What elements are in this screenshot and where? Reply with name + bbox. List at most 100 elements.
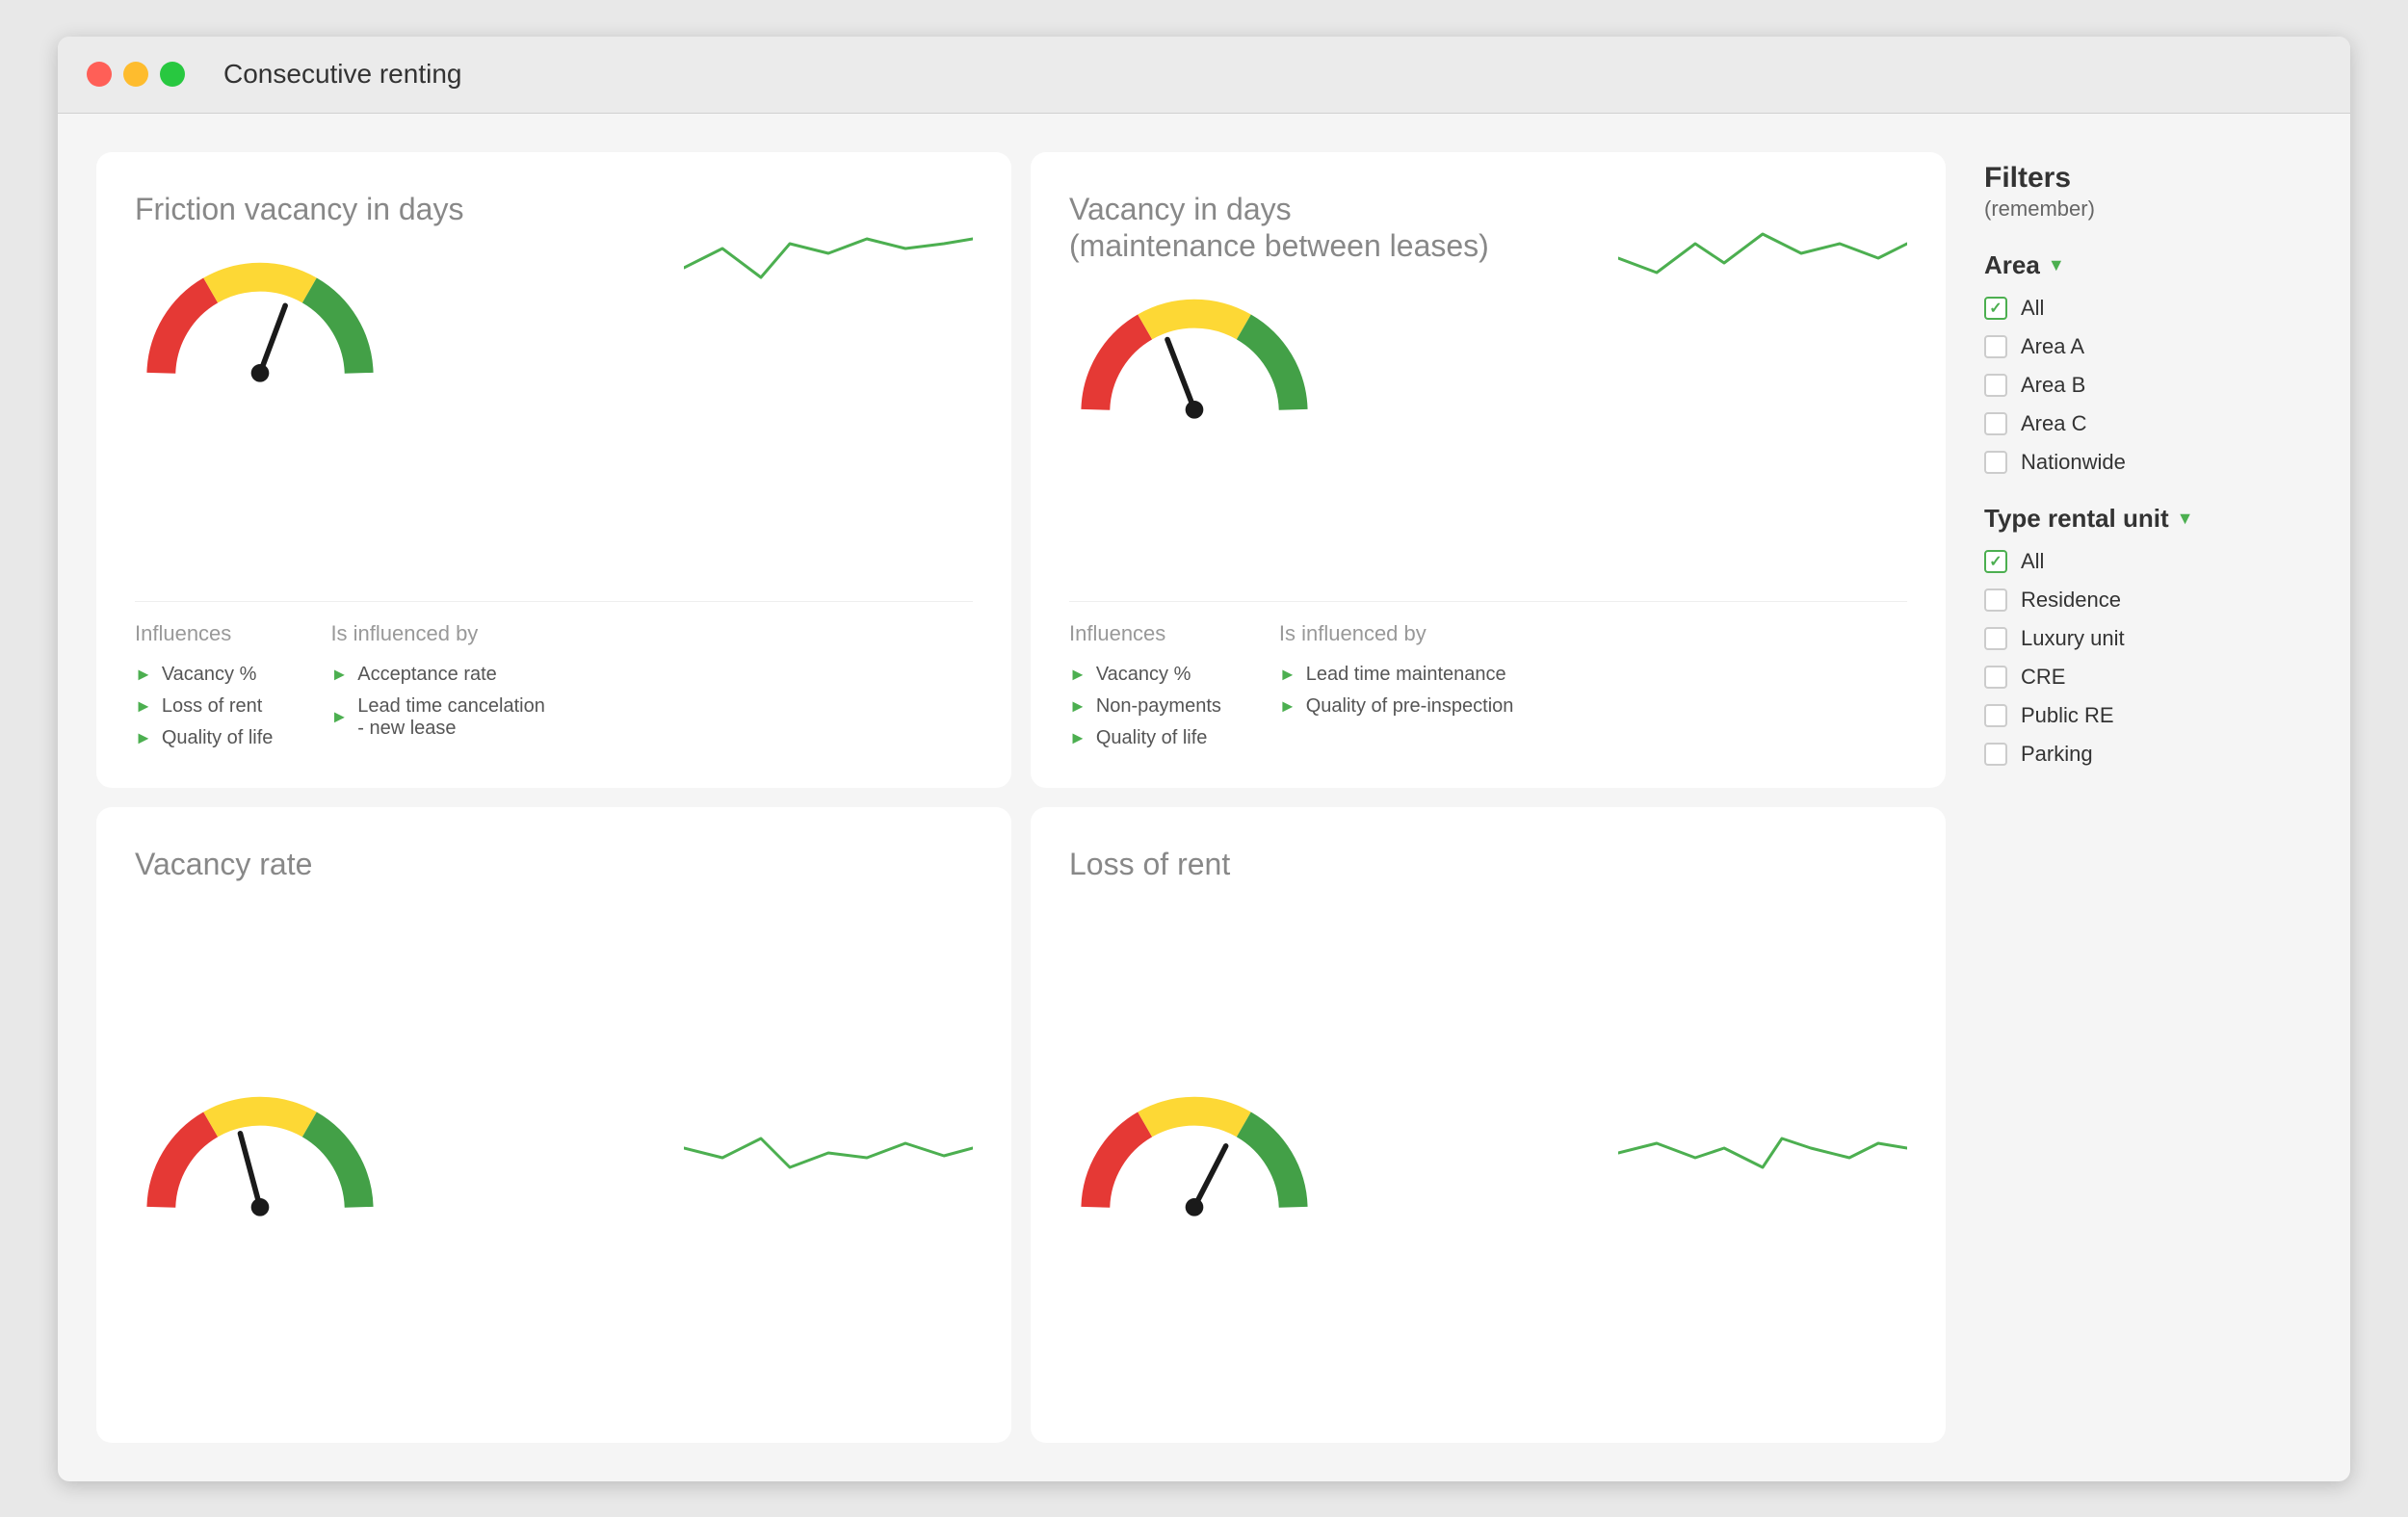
friction-vacancy-title: Friction vacancy in days [135, 191, 463, 227]
vacancy-rate-card: Vacancy rate [96, 807, 1011, 1443]
influenced-by-col-2: Is influenced by ► Lead time maintenance… [1279, 621, 1514, 749]
type-filter-all[interactable]: ✓ All [1984, 549, 2312, 574]
type-filter-public-re[interactable]: Public RE [1984, 703, 2312, 728]
area-label-text: Area [1984, 250, 2040, 280]
close-button[interactable] [87, 62, 112, 87]
type-residence-checkbox[interactable] [1984, 588, 2007, 612]
influence-item: ► Lead time cancelation- new lease [330, 695, 544, 740]
type-filter-cre[interactable]: CRE [1984, 665, 2312, 690]
type-filter-parking[interactable]: Parking [1984, 742, 2312, 767]
traffic-lights [87, 62, 185, 87]
main-window: Consecutive renting Friction vacancy in … [58, 37, 2350, 1481]
area-filter-b[interactable]: Area B [1984, 373, 2312, 398]
influence-item: ► Quality of pre-inspection [1279, 695, 1514, 718]
influenced-by-col-1: Is influenced by ► Acceptance rate ► Lea… [330, 621, 544, 749]
type-cre-checkbox[interactable] [1984, 666, 2007, 689]
area-filter-nationwide[interactable]: Nationwide [1984, 450, 2312, 475]
area-a-checkbox[interactable] [1984, 335, 2007, 358]
card-divider-1 [135, 601, 973, 602]
type-filter-residence[interactable]: Residence [1984, 588, 2312, 613]
filters-subtitle: (remember) [1984, 196, 2312, 222]
type-cre-label: CRE [2021, 665, 2065, 690]
type-parking-label: Parking [2021, 742, 2093, 767]
area-nationwide-label: Nationwide [2021, 450, 2126, 475]
arrow-icon: ► [330, 665, 348, 685]
area-all-label: All [2021, 296, 2044, 321]
arrow-icon: ► [1069, 696, 1086, 717]
gauge-3 [135, 1090, 385, 1225]
influence-text: Vacancy % [162, 664, 257, 686]
area-filter-label[interactable]: Area ▼ [1984, 250, 2312, 280]
area-nationwide-checkbox[interactable] [1984, 451, 2007, 474]
sparkline-2 [1618, 191, 1907, 326]
arrow-icon: ► [135, 728, 152, 748]
arrow-icon: ► [330, 707, 348, 727]
window-title: Consecutive renting [223, 59, 461, 90]
content-area: Friction vacancy in days [58, 114, 2350, 1481]
loss-of-rent-title: Loss of rent [1069, 846, 1907, 882]
type-public-re-checkbox[interactable] [1984, 704, 2007, 727]
type-luxury-label: Luxury unit [2021, 626, 2125, 651]
card-left-2: Vacancy in days(maintenance between leas… [1069, 191, 1489, 429]
arrow-icon: ► [135, 665, 152, 685]
type-label-text: Type rental unit [1984, 504, 2169, 534]
sparkline-3 [684, 1090, 973, 1225]
vacancy-days-card: Vacancy in days(maintenance between leas… [1031, 152, 1946, 788]
filters-title: Filters [1984, 162, 2312, 195]
area-b-label: Area B [2021, 373, 2085, 398]
influences-col-2: Influences ► Vacancy % ► Non-payments ► [1069, 621, 1221, 749]
influence-item: ► Lead time maintenance [1279, 664, 1514, 686]
type-all-checkbox[interactable]: ✓ [1984, 550, 2007, 573]
influence-text: Quality of life [1096, 727, 1208, 749]
area-filter-a[interactable]: Area A [1984, 334, 2312, 359]
type-luxury-checkbox[interactable] [1984, 627, 2007, 650]
influenced-by-title-2: Is influenced by [1279, 621, 1514, 646]
influence-item: ► Non-payments [1069, 695, 1221, 718]
sparkline-4 [1618, 1090, 1907, 1225]
influences-title-2: Influences [1069, 621, 1221, 646]
card-top-2: Vacancy in days(maintenance between leas… [1069, 191, 1907, 582]
area-dropdown-arrow: ▼ [2048, 255, 2065, 275]
titlebar: Consecutive renting [58, 37, 2350, 114]
arrow-icon: ► [1069, 665, 1086, 685]
influence-item: ► Quality of life [135, 727, 273, 749]
influence-text: Non-payments [1096, 695, 1221, 718]
influence-text: Acceptance rate [357, 664, 497, 686]
influences-row-2: Influences ► Vacancy % ► Non-payments ► [1069, 621, 1907, 749]
area-c-label: Area C [2021, 411, 2086, 436]
area-c-checkbox[interactable] [1984, 412, 2007, 435]
gauge-4 [1069, 1090, 1320, 1225]
type-public-re-label: Public RE [2021, 703, 2114, 728]
fullscreen-button[interactable] [160, 62, 185, 87]
vacancy-days-title: Vacancy in days(maintenance between leas… [1069, 191, 1489, 265]
influence-text: Quality of pre-inspection [1306, 695, 1514, 718]
check-icon: ✓ [1989, 299, 2002, 318]
influences-row-1: Influences ► Vacancy % ► Loss of rent ► [135, 621, 973, 749]
minimize-button[interactable] [123, 62, 148, 87]
influenced-by-title-1: Is influenced by [330, 621, 544, 646]
arrow-icon: ► [1279, 665, 1296, 685]
type-parking-checkbox[interactable] [1984, 743, 2007, 766]
type-dropdown-arrow: ▼ [2177, 509, 2194, 529]
type-filter-label[interactable]: Type rental unit ▼ [1984, 504, 2312, 534]
check-icon: ✓ [1989, 552, 2002, 571]
arrow-icon: ► [1279, 696, 1296, 717]
influence-item: ► Loss of rent [135, 695, 273, 718]
area-filter-all[interactable]: ✓ All [1984, 296, 2312, 321]
bottom-row: Vacancy rate [96, 807, 1946, 1443]
dashboard-area: Friction vacancy in days [96, 152, 1946, 1443]
card-top-1: Friction vacancy in days [135, 191, 973, 582]
vacancy-rate-title: Vacancy rate [135, 846, 973, 882]
type-filter-luxury[interactable]: Luxury unit [1984, 626, 2312, 651]
area-filter-c[interactable]: Area C [1984, 411, 2312, 436]
arrow-icon: ► [1069, 728, 1086, 748]
influence-text: Loss of rent [162, 695, 263, 718]
influences-col-1: Influences ► Vacancy % ► Loss of rent ► [135, 621, 273, 749]
sidebar-filters: Filters (remember) Area ▼ ✓ All Area A [1984, 152, 2312, 1443]
area-filter-section: Area ▼ ✓ All Area A Area B [1984, 250, 2312, 475]
area-b-checkbox[interactable] [1984, 374, 2007, 397]
area-all-checkbox[interactable]: ✓ [1984, 297, 2007, 320]
type-all-label: All [2021, 549, 2044, 574]
friction-vacancy-card: Friction vacancy in days [96, 152, 1011, 788]
type-residence-label: Residence [2021, 588, 2121, 613]
